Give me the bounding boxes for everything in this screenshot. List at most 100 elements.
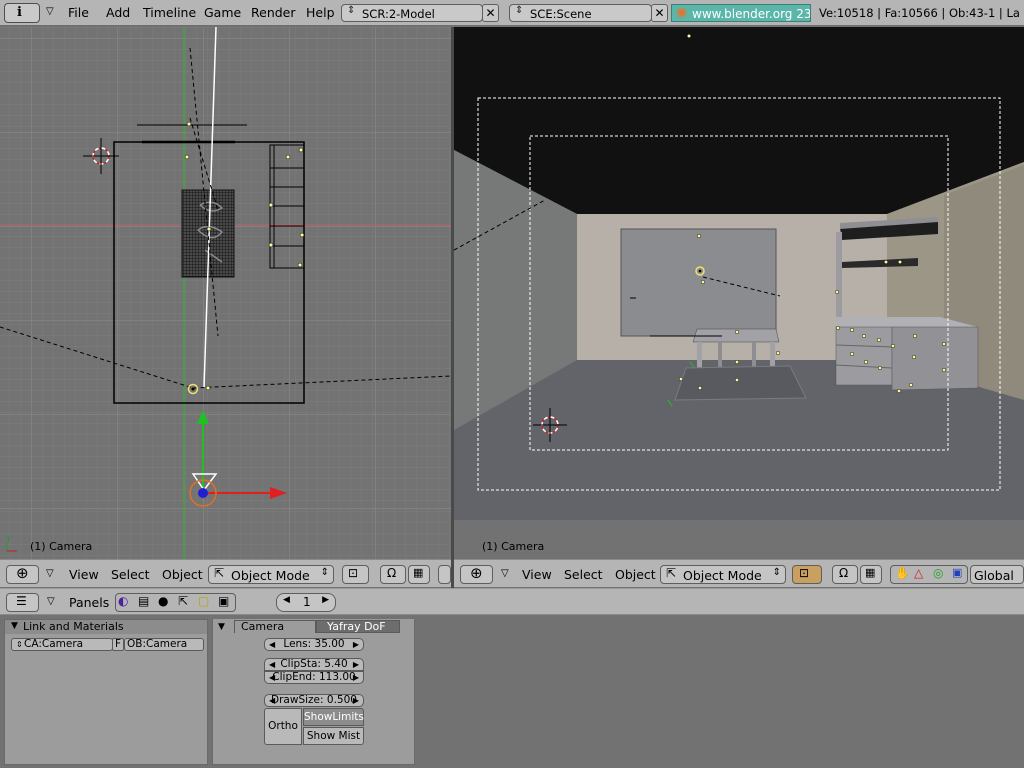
decrement-arrow-icon: ◀ bbox=[269, 696, 276, 705]
drawsize-text: DrawSize: 0.500 bbox=[271, 694, 357, 706]
3d-viewport-camera[interactable]: (1) Camera bbox=[454, 27, 1024, 559]
delete-scene-button[interactable]: ✕ bbox=[651, 4, 668, 22]
delete-screen-button[interactable]: ✕ bbox=[482, 4, 499, 22]
clip-start-field[interactable]: ◀ ClipSta: 5.40 ▶ bbox=[264, 658, 364, 671]
shading-icon[interactable]: ● bbox=[158, 594, 168, 608]
decrement-arrow-icon[interactable]: ◀ bbox=[283, 595, 290, 605]
collapse-header-icon[interactable]: ▽ bbox=[47, 596, 55, 607]
panels-label: Panels bbox=[69, 595, 110, 610]
hand-icon[interactable]: ✋ bbox=[895, 566, 910, 580]
menu-object[interactable]: Object bbox=[615, 567, 656, 582]
list-icon: ☰ bbox=[16, 594, 27, 608]
clip-end-field[interactable]: ◀ ClipEnd: 113.00 ▶ bbox=[264, 671, 364, 684]
rotate-icon[interactable]: ◎ bbox=[933, 566, 943, 580]
chevron-updown-icon: ⇕ bbox=[347, 5, 356, 16]
right-viewport-header: ⊕ ▽ View Select Object ⇱ Object Mode ⇕ ⊡… bbox=[454, 559, 1024, 587]
layer-buttons[interactable]: ▦ bbox=[408, 565, 430, 584]
context-buttons[interactable]: ◐ ▤ ● ⇱ ▢ ▣ bbox=[115, 593, 236, 612]
top-view-canvas[interactable] bbox=[0, 27, 451, 559]
camera-datablock-field[interactable]: ⇕ CA:Camera bbox=[11, 638, 113, 651]
menu-object[interactable]: Object bbox=[162, 567, 203, 582]
info-editor-type-button[interactable]: i bbox=[4, 3, 40, 23]
panel-title[interactable]: ▼ Link and Materials bbox=[5, 620, 207, 634]
menu-view[interactable]: View bbox=[522, 567, 552, 582]
collapse-header-icon[interactable]: ▽ bbox=[46, 568, 54, 579]
orientation-selector[interactable]: Global bbox=[970, 565, 1024, 584]
chevron-updown-icon: ⇕ bbox=[772, 567, 781, 578]
menu-timeline[interactable]: Timeline bbox=[143, 5, 196, 20]
3d-viewport-top[interactable]: Y (1) Camera bbox=[0, 27, 451, 559]
editor-type-button[interactable]: ☰ bbox=[6, 593, 39, 612]
pivot-button[interactable]: Ω bbox=[380, 565, 406, 584]
collapse-header-icon[interactable]: ▽ bbox=[501, 568, 509, 579]
url-text: www.blender.org 237 bbox=[692, 7, 811, 21]
scene-icon[interactable]: ▣ bbox=[218, 594, 229, 608]
ceiling bbox=[454, 27, 1024, 214]
editor-type-button[interactable]: ⊕ bbox=[460, 564, 493, 584]
menu-render[interactable]: Render bbox=[251, 5, 296, 20]
draw-type-button[interactable]: ⊡ bbox=[792, 565, 822, 584]
info-header: i ▽ File Add Timeline Game Render Help ⇕… bbox=[0, 0, 1024, 26]
draw-size-field[interactable]: ◀ DrawSize: 0.500 ▶ bbox=[264, 694, 364, 707]
script-icon[interactable]: ▤ bbox=[138, 594, 149, 608]
menu-select[interactable]: Select bbox=[564, 567, 603, 582]
increment-arrow-icon: ▶ bbox=[352, 696, 359, 705]
collapse-menu-icon[interactable]: ▽ bbox=[46, 6, 54, 17]
scale-icon[interactable]: ▣ bbox=[952, 566, 962, 579]
clipend-text: ClipEnd: 113.00 bbox=[272, 671, 356, 683]
menu-view[interactable]: View bbox=[69, 567, 99, 582]
ortho-toggle[interactable]: Ortho bbox=[264, 708, 302, 745]
menu-add[interactable]: Add bbox=[106, 5, 130, 20]
menu-game[interactable]: Game bbox=[204, 5, 241, 20]
dresser-side bbox=[891, 326, 979, 391]
mode-selector[interactable]: ⇱ Object Mode ⇕ bbox=[660, 565, 786, 584]
camera-view-canvas[interactable] bbox=[454, 27, 1024, 559]
show-mist-toggle[interactable]: Show Mist bbox=[303, 727, 364, 745]
draw-type-icon: ⊡ bbox=[799, 566, 810, 580]
link-materials-panel: ▼ Link and Materials ⇕ CA:Camera F OB:Ca… bbox=[4, 619, 208, 765]
object-icon[interactable]: ⇱ bbox=[178, 594, 188, 608]
active-object-label: (1) Camera bbox=[30, 540, 93, 553]
show-limits-toggle[interactable]: ShowLimits bbox=[303, 708, 364, 726]
editor-type-button[interactable]: ⊕ bbox=[6, 564, 39, 584]
ca-field-text: CA:Camera bbox=[24, 638, 84, 650]
f-flag-text: F bbox=[114, 638, 122, 650]
draw-type-button[interactable]: ⊡ bbox=[342, 565, 369, 584]
tab-yafray-dof[interactable]: Yafray DoF bbox=[316, 620, 400, 633]
buttons-header: ☰ ▽ Panels ◐ ▤ ● ⇱ ▢ ▣ ◀ 1 ▶ bbox=[0, 588, 1024, 615]
ob-field-text: OB:Camera bbox=[127, 638, 188, 650]
fake-user-button[interactable]: F bbox=[112, 638, 124, 651]
menu-file[interactable]: File bbox=[68, 5, 89, 20]
collapse-triangle-icon[interactable]: ▼ bbox=[11, 620, 18, 633]
blender-url-badge[interactable]: ◉ www.blender.org 237 bbox=[671, 4, 811, 22]
menu-help[interactable]: Help bbox=[306, 5, 335, 20]
mode-selector[interactable]: ⇱ Object Mode ⇕ bbox=[208, 565, 334, 584]
editing-icon[interactable]: ▢ bbox=[198, 594, 209, 608]
header-scroll-right[interactable] bbox=[438, 565, 451, 584]
collapse-triangle-icon[interactable]: ▼ bbox=[218, 622, 225, 632]
layer-buttons[interactable]: ▦ bbox=[860, 565, 882, 584]
lens-text: Lens: 35.00 bbox=[283, 638, 345, 650]
screen-selector[interactable]: ⇕ SCR:2-Model bbox=[341, 4, 483, 22]
translate-icon[interactable]: △ bbox=[914, 566, 923, 580]
frame-number-field[interactable]: ◀ 1 ▶ bbox=[276, 593, 336, 612]
pivot-button[interactable]: Ω bbox=[832, 565, 858, 584]
increment-arrow-icon[interactable]: ▶ bbox=[322, 595, 329, 605]
manipulator-toggles[interactable]: ✋ △ ◎ ▣ bbox=[890, 565, 968, 584]
scene-selector[interactable]: ⇕ SCE:Scene bbox=[509, 4, 652, 22]
tab-camera[interactable]: Camera bbox=[234, 620, 316, 633]
menu-select[interactable]: Select bbox=[111, 567, 150, 582]
object-name-field[interactable]: OB:Camera bbox=[124, 638, 204, 651]
left-viewport-header: ⊕ ▽ View Select Object ⇱ Object Mode ⇕ ⊡… bbox=[0, 559, 451, 587]
active-object-label: (1) Camera bbox=[482, 540, 545, 553]
mode-icon: ⇱ bbox=[666, 566, 677, 580]
decrement-arrow-icon: ◀ bbox=[269, 673, 276, 682]
area-divider[interactable] bbox=[451, 27, 454, 588]
lens-field[interactable]: ◀ Lens: 35.00 ▶ bbox=[264, 638, 364, 651]
info-icon: i bbox=[17, 5, 22, 20]
logic-icon[interactable]: ◐ bbox=[118, 594, 128, 608]
shelf-side bbox=[836, 232, 842, 322]
axis-cross-icon: ⊕ bbox=[16, 564, 29, 582]
magnet-icon: Ω bbox=[387, 566, 397, 580]
draw-type-icon: ⊡ bbox=[348, 566, 359, 580]
